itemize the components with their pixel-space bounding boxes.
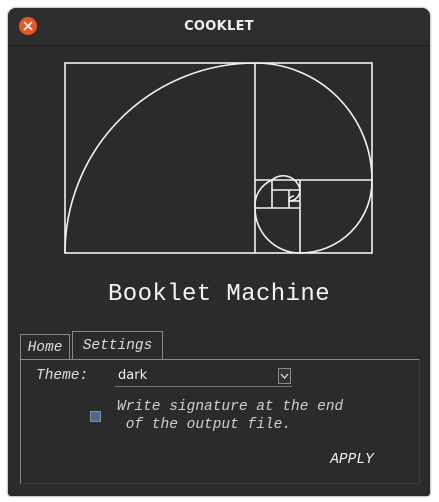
signature-label-line1: Write signature at the end	[117, 399, 344, 415]
window-title: COOKLET	[184, 19, 254, 34]
title-bar[interactable]: COOKLET	[8, 8, 430, 46]
signature-label-line2: of the output file.	[117, 417, 292, 433]
theme-select-value: dark	[118, 368, 148, 383]
close-icon	[23, 21, 33, 31]
golden-spiral-logo	[64, 62, 373, 254]
app-window: COOKLET Booklet Machine Home Settings Th…	[8, 8, 430, 496]
signature-checkbox[interactable]	[90, 411, 101, 422]
tab-settings[interactable]: Settings	[72, 331, 163, 360]
app-title: Booklet Machine	[107, 281, 331, 308]
apply-button[interactable]: APPLY	[322, 450, 382, 470]
theme-label: Theme:	[36, 368, 89, 384]
theme-select[interactable]: dark	[115, 365, 292, 387]
chevron-down-icon[interactable]	[278, 368, 291, 384]
close-button[interactable]	[19, 17, 37, 35]
tab-home[interactable]: Home	[20, 334, 70, 360]
